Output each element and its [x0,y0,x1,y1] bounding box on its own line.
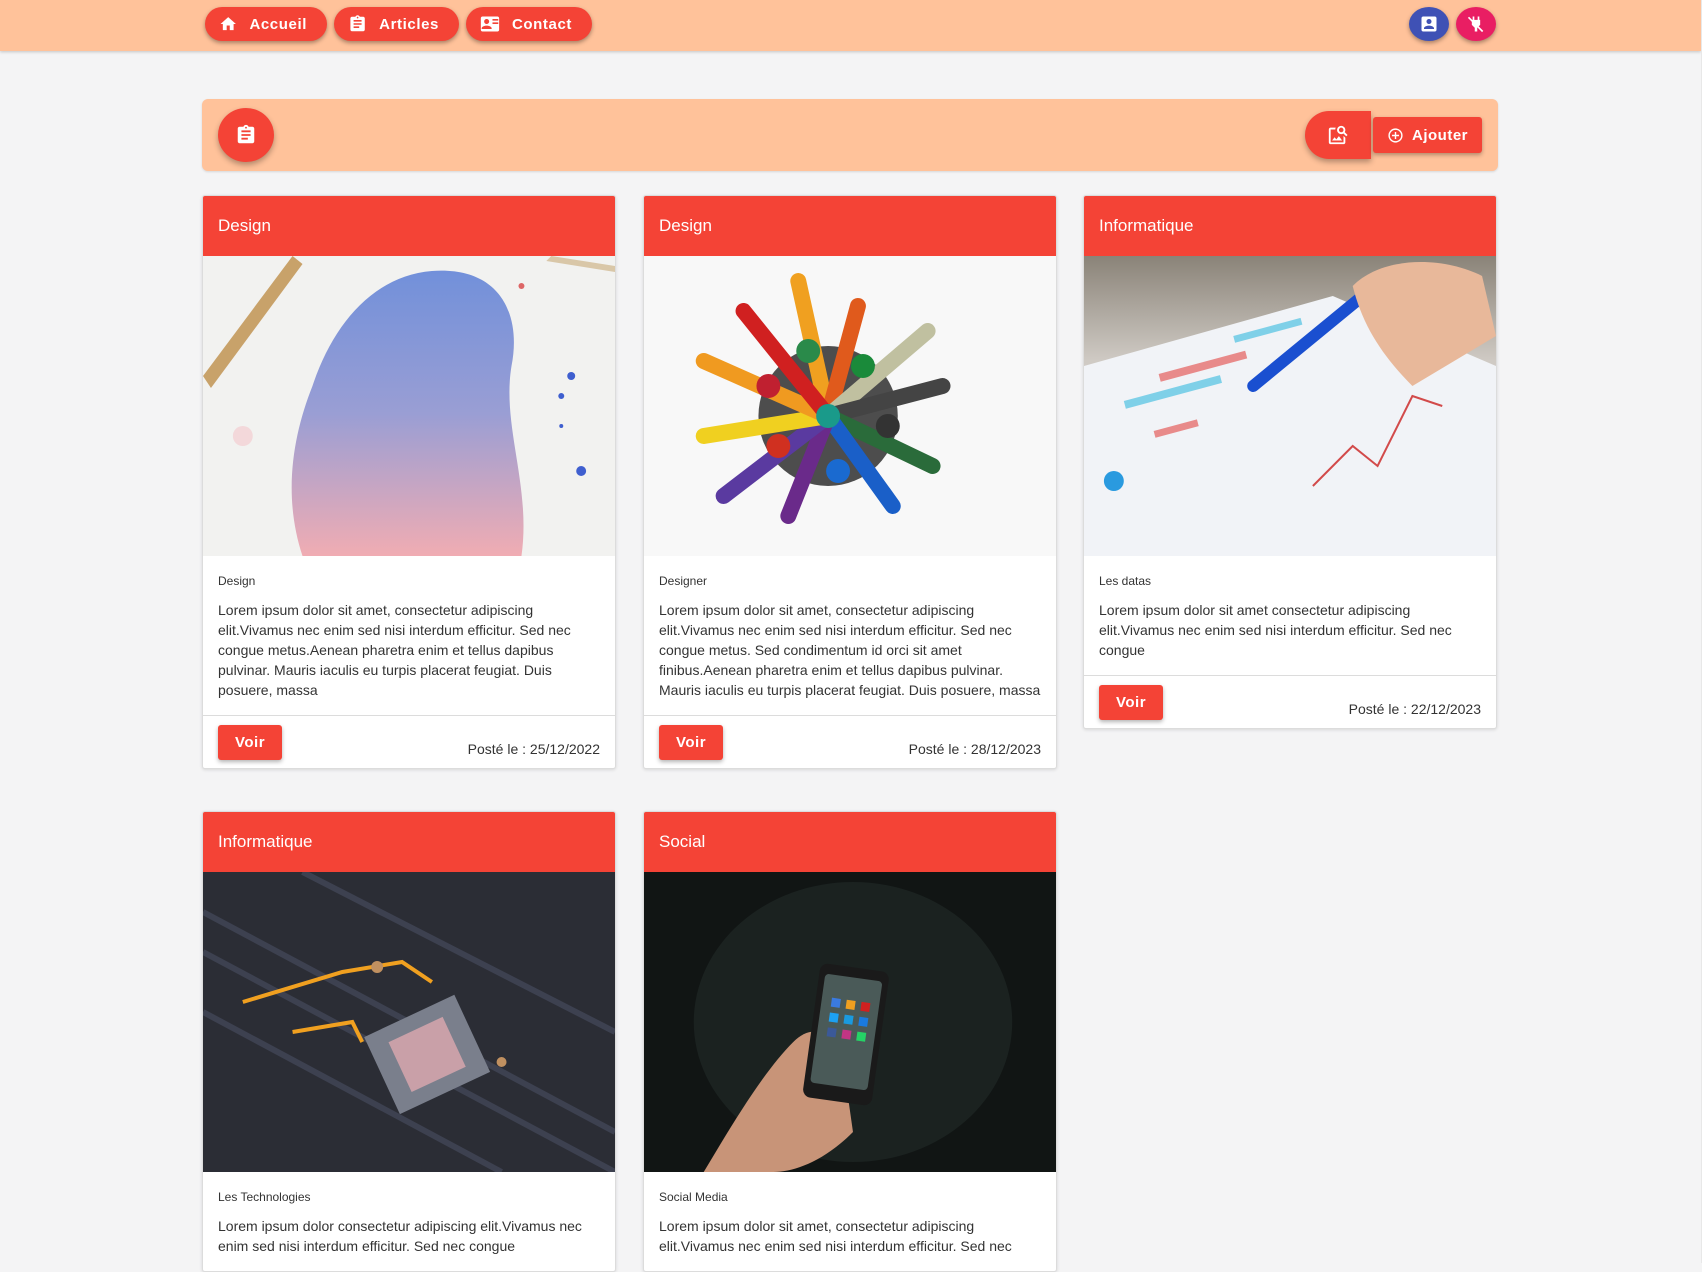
view-button[interactable]: Voir [1099,685,1163,720]
card-title: Social [644,812,1056,872]
card-title: Design [644,196,1056,256]
post-date: Posté le : 22/12/2023 [1348,701,1481,717]
article-card: Design Designer Lorem ipsum dolor sit am… [643,195,1057,769]
smartphone-in-hand-image [644,872,1056,1172]
power-off-icon [1467,16,1484,33]
top-navbar: Accueil Articles Contact [0,0,1701,51]
nav-home-button[interactable]: Accueil [205,7,327,41]
view-button[interactable]: Voir [659,725,723,760]
clipboard-icon [350,15,365,32]
add-circle-icon [1388,127,1403,143]
card-category: Social Media [659,1190,728,1204]
card-footer: Voir Posté le : 28/12/2023 [644,715,1056,768]
articles-icon-button[interactable] [218,108,274,162]
add-article-button[interactable]: Ajouter [1373,117,1482,153]
motherboard-cpu-socket-image [203,872,615,1172]
nav-articles-button[interactable]: Articles [334,7,459,41]
watercolor-paint-image [203,256,615,556]
colored-pencils-image [644,256,1056,556]
nav-contact-button[interactable]: Contact [466,7,592,41]
card-excerpt: Lorem ipsum dolor sit amet, consectetur … [218,602,571,698]
card-category: Les Technologies [218,1190,311,1204]
home-icon [220,17,236,31]
card-footer: Voir Posté le : 22/12/2023 [1084,675,1496,728]
card-excerpt: Lorem ipsum dolor sit amet, consectetur … [659,1218,1012,1254]
card-excerpt: Lorem ipsum dolor sit amet consectetur a… [1099,602,1452,658]
view-button[interactable]: Voir [218,725,282,760]
card-title: Informatique [203,812,615,872]
nav-home-label: Accueil [249,15,307,33]
card-excerpt: Lorem ipsum dolor consectetur adipiscing… [218,1218,582,1254]
post-date: Posté le : 28/12/2023 [908,741,1041,757]
articles-toolbar [202,99,1498,171]
card-excerpt: Lorem ipsum dolor sit amet, consectetur … [659,602,1041,698]
card-title: Informatique [1084,196,1496,256]
nav-contact-label: Contact [511,15,572,33]
article-card: Design Design Lorem ipsum dolor sit amet… [202,195,616,769]
card-category: Design [218,574,256,588]
profile-button[interactable] [1409,7,1449,41]
account-box-icon [1421,16,1437,32]
data-charts-pen-image [1084,256,1496,556]
article-card: Social Social Media Lorem ipsum dolor si… [643,811,1057,1272]
card-footer: Voir Posté le : 25/12/2022 [203,715,615,768]
logout-button[interactable] [1456,7,1496,41]
contact-card-icon [480,16,500,32]
add-article-label: Ajouter [1412,126,1468,144]
article-card: Informatique Les datas Lorem ipsum dolor… [1083,195,1497,729]
card-title: Design [203,196,615,256]
card-category: Designer [659,574,708,588]
image-search-button[interactable] [1305,111,1371,159]
card-category: Les datas [1099,574,1152,588]
article-card: Informatique Les Technologies Lorem ipsu… [202,811,616,1272]
post-date: Posté le : 25/12/2022 [467,741,600,757]
nav-articles-label: Articles [379,15,439,33]
image-search-icon [1328,125,1348,145]
clipboard-icon [237,124,255,144]
